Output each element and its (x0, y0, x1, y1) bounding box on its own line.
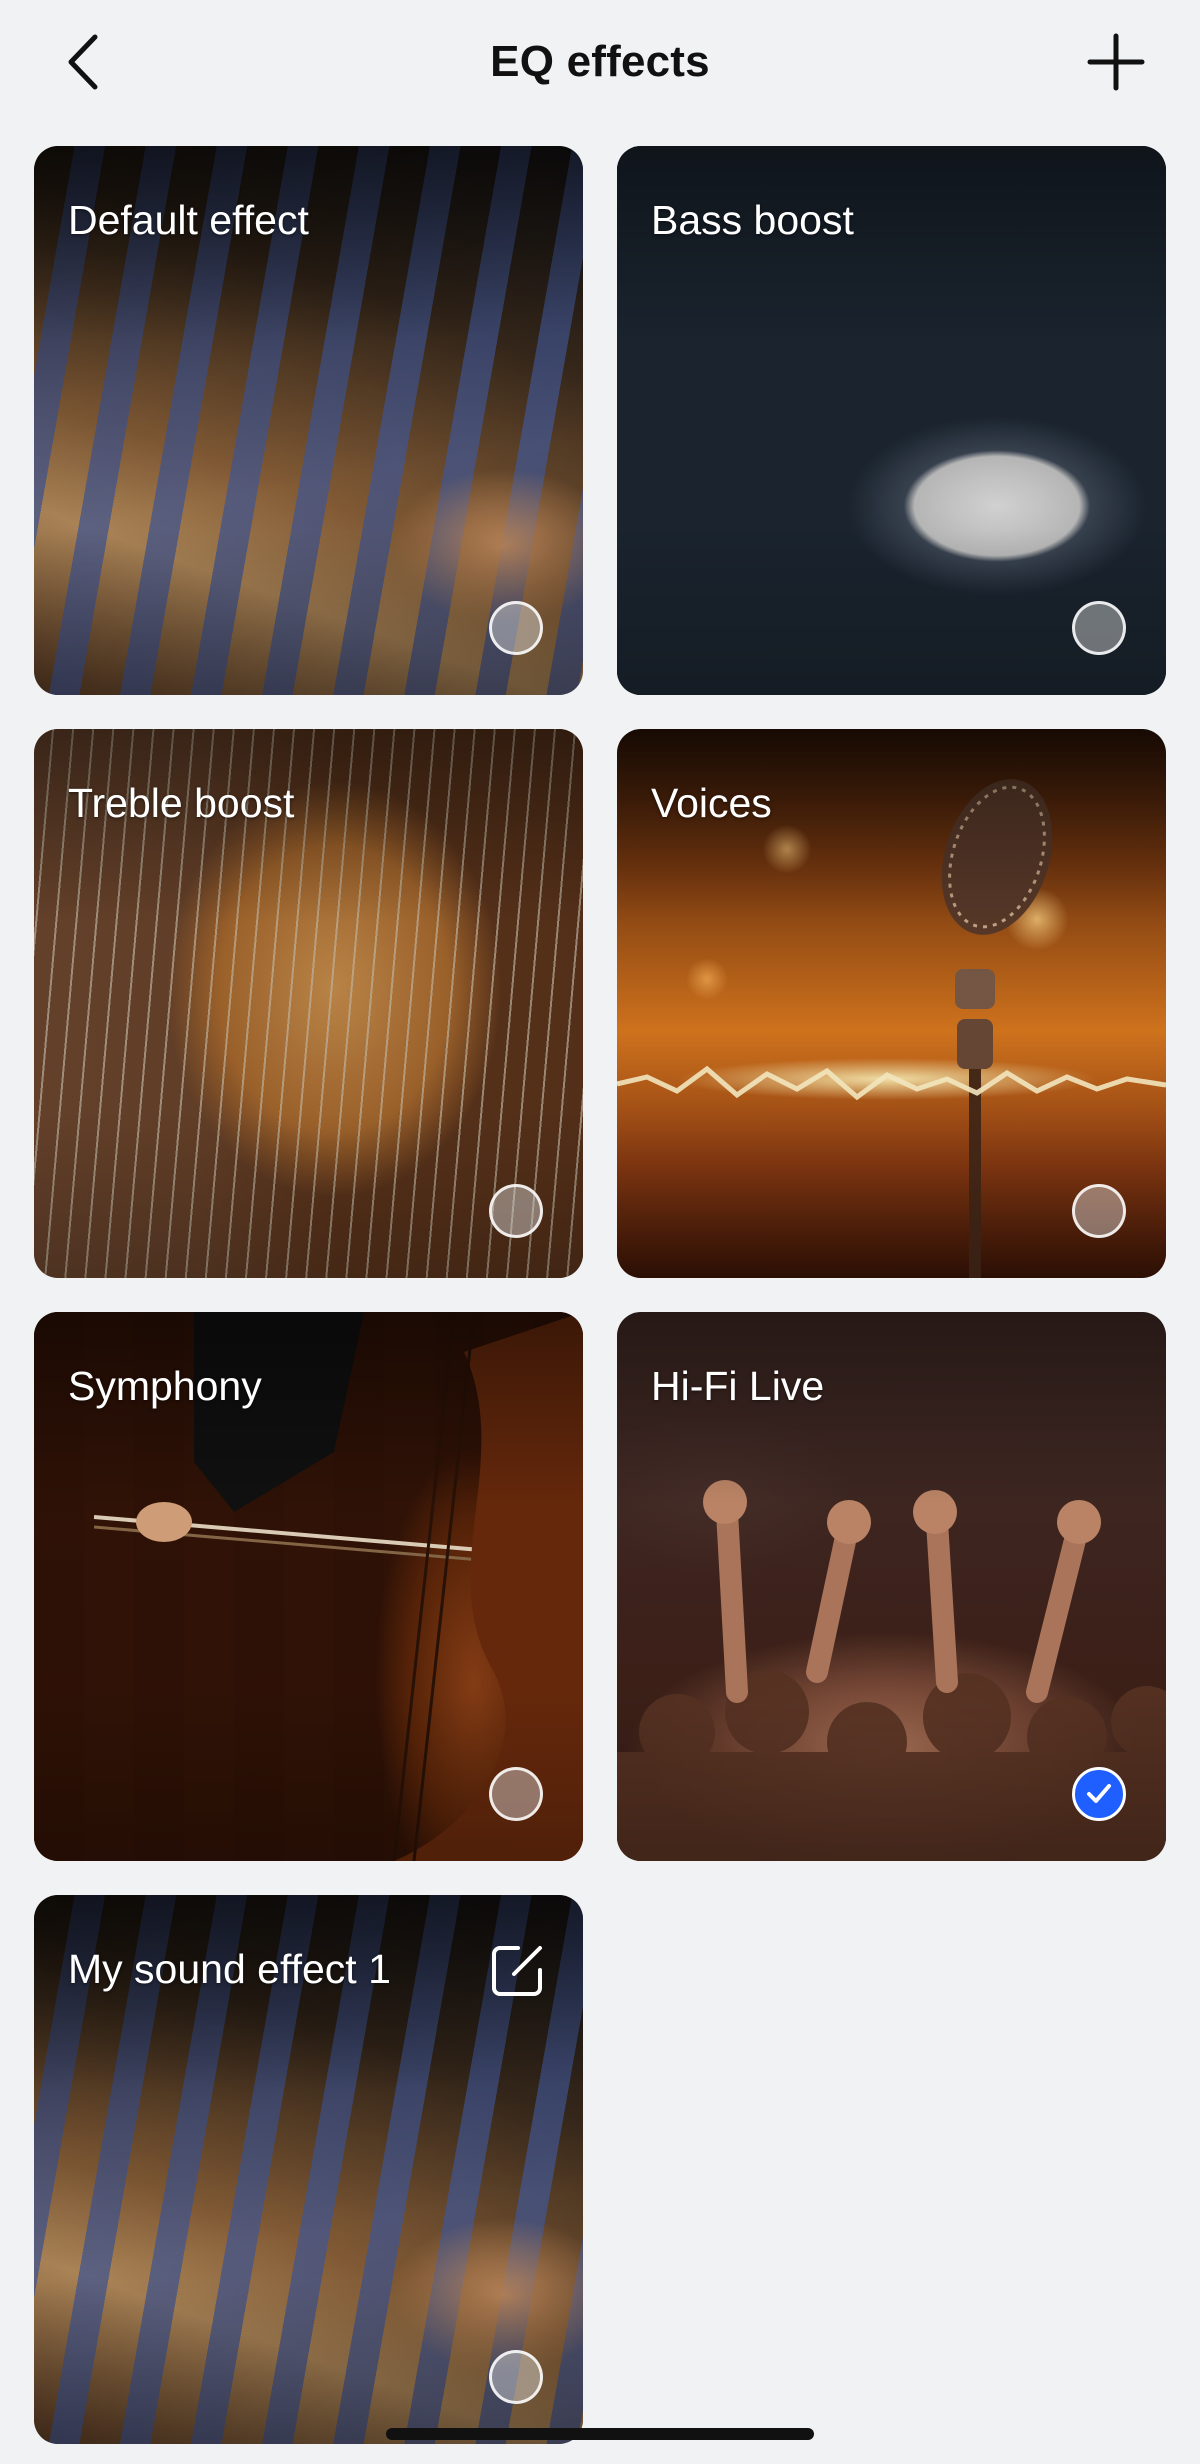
effect-label: Symphony (68, 1363, 262, 1409)
select-radio[interactable] (1072, 1184, 1126, 1238)
effect-card-default[interactable]: Default effect (34, 146, 583, 695)
checkmark-icon (1087, 1784, 1111, 1803)
eq-effects-screen: EQ effects Default effect Bass boost Tre… (0, 0, 1200, 2464)
effect-label: My sound effect 1 (68, 1946, 391, 1992)
effect-label: Hi-Fi Live (651, 1363, 825, 1409)
effect-card-hi-fi-live[interactable]: Hi-Fi Live (617, 1312, 1166, 1861)
edit-icon (492, 1946, 542, 1996)
effect-label: Bass boost (651, 197, 854, 243)
select-radio[interactable] (489, 601, 543, 655)
page-title: EQ effects (490, 37, 710, 86)
select-radio[interactable] (1072, 601, 1126, 655)
add-effect-button[interactable] (1082, 28, 1150, 96)
select-radio[interactable] (489, 1184, 543, 1238)
effect-card-bass-boost[interactable]: Bass boost (617, 146, 1166, 695)
select-radio[interactable] (489, 2350, 543, 2404)
effect-card-symphony[interactable]: Symphony (34, 1312, 583, 1861)
plus-icon (1087, 33, 1145, 91)
effect-label: Voices (651, 780, 772, 826)
header: EQ effects (0, 0, 1200, 124)
effect-label: Treble boost (68, 780, 295, 826)
select-radio[interactable] (489, 1767, 543, 1821)
effect-card-voices[interactable]: Voices (617, 729, 1166, 1278)
effect-card-treble-boost[interactable]: Treble boost (34, 729, 583, 1278)
select-radio-checked[interactable] (1072, 1767, 1126, 1821)
effect-label: Default effect (68, 197, 309, 243)
edit-effect-button[interactable] (487, 1941, 547, 2001)
home-indicator (386, 2428, 814, 2440)
effect-card-my-sound-effect-1[interactable]: My sound effect 1 (34, 1895, 583, 2444)
